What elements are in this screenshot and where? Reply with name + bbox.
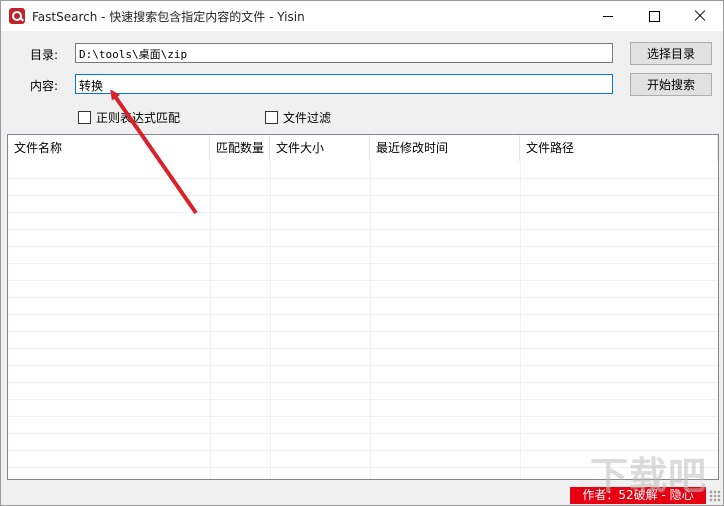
grid-row-line (8, 195, 718, 196)
file-filter-checkbox-box[interactable] (265, 111, 278, 124)
grid-row-line (8, 399, 718, 400)
title-bar: FastSearch - 快速搜索包含指定内容的文件 - Yisin (1, 1, 723, 31)
grid-row-line (8, 416, 718, 417)
close-button[interactable] (677, 1, 723, 31)
regex-checkbox-label: 正则表达式匹配 (96, 111, 181, 125)
search-app-icon (9, 8, 25, 24)
grid-row-line (8, 331, 718, 332)
grid-column-line (210, 161, 211, 479)
directory-input[interactable]: D:\tools\桌面\zip (75, 43, 613, 63)
column-header-filename[interactable]: 文件名称 (8, 135, 210, 161)
grid-row-line (8, 178, 718, 179)
grid-row-line (8, 433, 718, 434)
grid-column-line (270, 161, 271, 479)
column-header-modified-time[interactable]: 最近修改时间 (370, 135, 520, 161)
grid-row-line (8, 246, 718, 247)
grid-row-line (8, 212, 718, 213)
grid-row-line (8, 365, 718, 366)
column-header-match-count[interactable]: 匹配数量 (210, 135, 270, 161)
file-filter-checkbox-label: 文件过滤 (283, 111, 332, 125)
resize-grip-icon[interactable] (709, 490, 721, 502)
content-input[interactable]: 转换 (75, 74, 613, 94)
grid-row-line (8, 229, 718, 230)
content-label: 内容: (30, 79, 59, 93)
results-header: 文件名称 匹配数量 文件大小 最近修改时间 文件路径 (8, 135, 718, 161)
regex-checkbox[interactable]: 正则表达式匹配 (78, 109, 180, 126)
regex-checkbox-box[interactable] (78, 111, 91, 124)
column-header-file-path[interactable]: 文件路径 (520, 135, 718, 161)
grid-row-line (8, 263, 718, 264)
grid-row-line (8, 280, 718, 281)
results-list[interactable]: 文件名称 匹配数量 文件大小 最近修改时间 文件路径 (7, 134, 719, 480)
window-title: FastSearch - 快速搜索包含指定内容的文件 - Yisin (32, 10, 305, 24)
select-directory-button[interactable]: 选择目录 (630, 42, 712, 65)
grid-column-line (520, 161, 521, 479)
grid-row-line (8, 382, 718, 383)
column-header-file-size[interactable]: 文件大小 (270, 135, 370, 161)
maximize-icon (648, 10, 660, 22)
minimize-button[interactable] (585, 1, 631, 31)
maximize-button[interactable] (631, 1, 677, 31)
grid-row-line (8, 348, 718, 349)
grid-row-line (8, 297, 718, 298)
grid-column-line (370, 161, 371, 479)
watermark-logo: 下载吧 (590, 454, 708, 498)
grid-row-line (8, 314, 718, 315)
start-search-button[interactable]: 开始搜索 (630, 73, 712, 96)
app-window: FastSearch - 快速搜索包含指定内容的文件 - Yisin 目录: D… (0, 0, 724, 506)
file-filter-checkbox[interactable]: 文件过滤 (265, 109, 331, 126)
directory-label: 目录: (30, 48, 59, 62)
close-icon (694, 10, 706, 22)
minimize-icon (603, 15, 613, 17)
